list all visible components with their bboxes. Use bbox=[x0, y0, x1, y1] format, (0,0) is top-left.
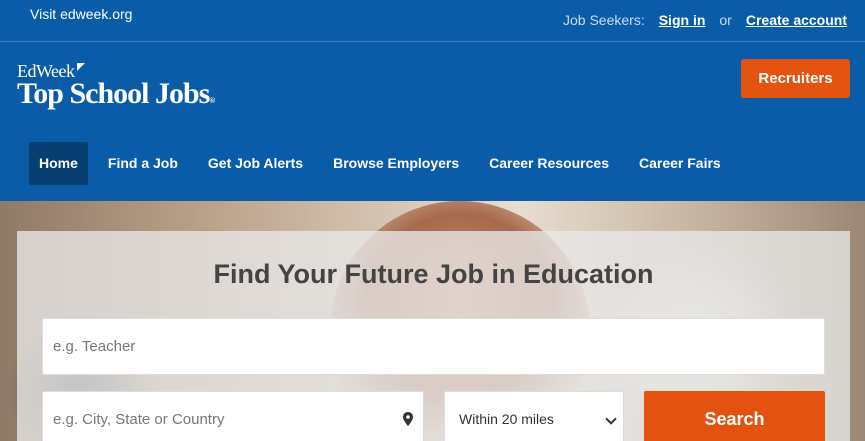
chevron-down-icon bbox=[605, 413, 617, 425]
create-account-link[interactable]: Create account bbox=[746, 12, 847, 28]
job-seekers-label: Job Seekers: bbox=[563, 12, 645, 28]
logo-top-school-jobs: Top School Jobs® bbox=[17, 77, 215, 110]
hero-section: Find Your Future Job in Education Within… bbox=[0, 201, 865, 441]
flag-icon bbox=[76, 63, 85, 71]
location-field[interactable] bbox=[42, 391, 424, 441]
or-text: or bbox=[719, 12, 732, 28]
recruiters-button[interactable]: Recruiters bbox=[741, 59, 850, 98]
map-pin-icon[interactable] bbox=[403, 412, 413, 426]
job-seekers-auth: Job Seekers: Sign in or Create account bbox=[563, 12, 847, 28]
location-input[interactable] bbox=[43, 392, 383, 441]
hero-title: Find Your Future Job in Education bbox=[213, 259, 654, 289]
radius-select[interactable]: Within 20 miles bbox=[444, 391, 624, 441]
keyword-search-input[interactable] bbox=[42, 318, 825, 375]
sign-in-link[interactable]: Sign in bbox=[659, 12, 706, 28]
site-logo[interactable]: EdWeek Top School Jobs® bbox=[17, 61, 215, 115]
radius-selected-value: Within 20 miles bbox=[459, 411, 554, 427]
nav-find-a-job[interactable]: Find a Job bbox=[93, 142, 193, 185]
nav-career-fairs[interactable]: Career Fairs bbox=[624, 142, 736, 185]
search-button[interactable]: Search bbox=[644, 391, 825, 441]
job-search-panel: Find Your Future Job in Education Within… bbox=[17, 231, 850, 441]
nav-get-job-alerts[interactable]: Get Job Alerts bbox=[193, 142, 318, 185]
nav-career-resources[interactable]: Career Resources bbox=[474, 142, 624, 185]
nav-browse-employers[interactable]: Browse Employers bbox=[318, 142, 474, 185]
visit-edweek-link[interactable]: Visit edweek.org bbox=[30, 6, 132, 22]
top-utility-bar: Visit edweek.org Job Seekers: Sign in or… bbox=[0, 0, 865, 42]
main-nav: Home Find a Job Get Job Alerts Browse Em… bbox=[29, 142, 736, 185]
nav-home[interactable]: Home bbox=[29, 142, 88, 185]
site-header: EdWeek Top School Jobs® Recruiters Home … bbox=[0, 43, 865, 201]
